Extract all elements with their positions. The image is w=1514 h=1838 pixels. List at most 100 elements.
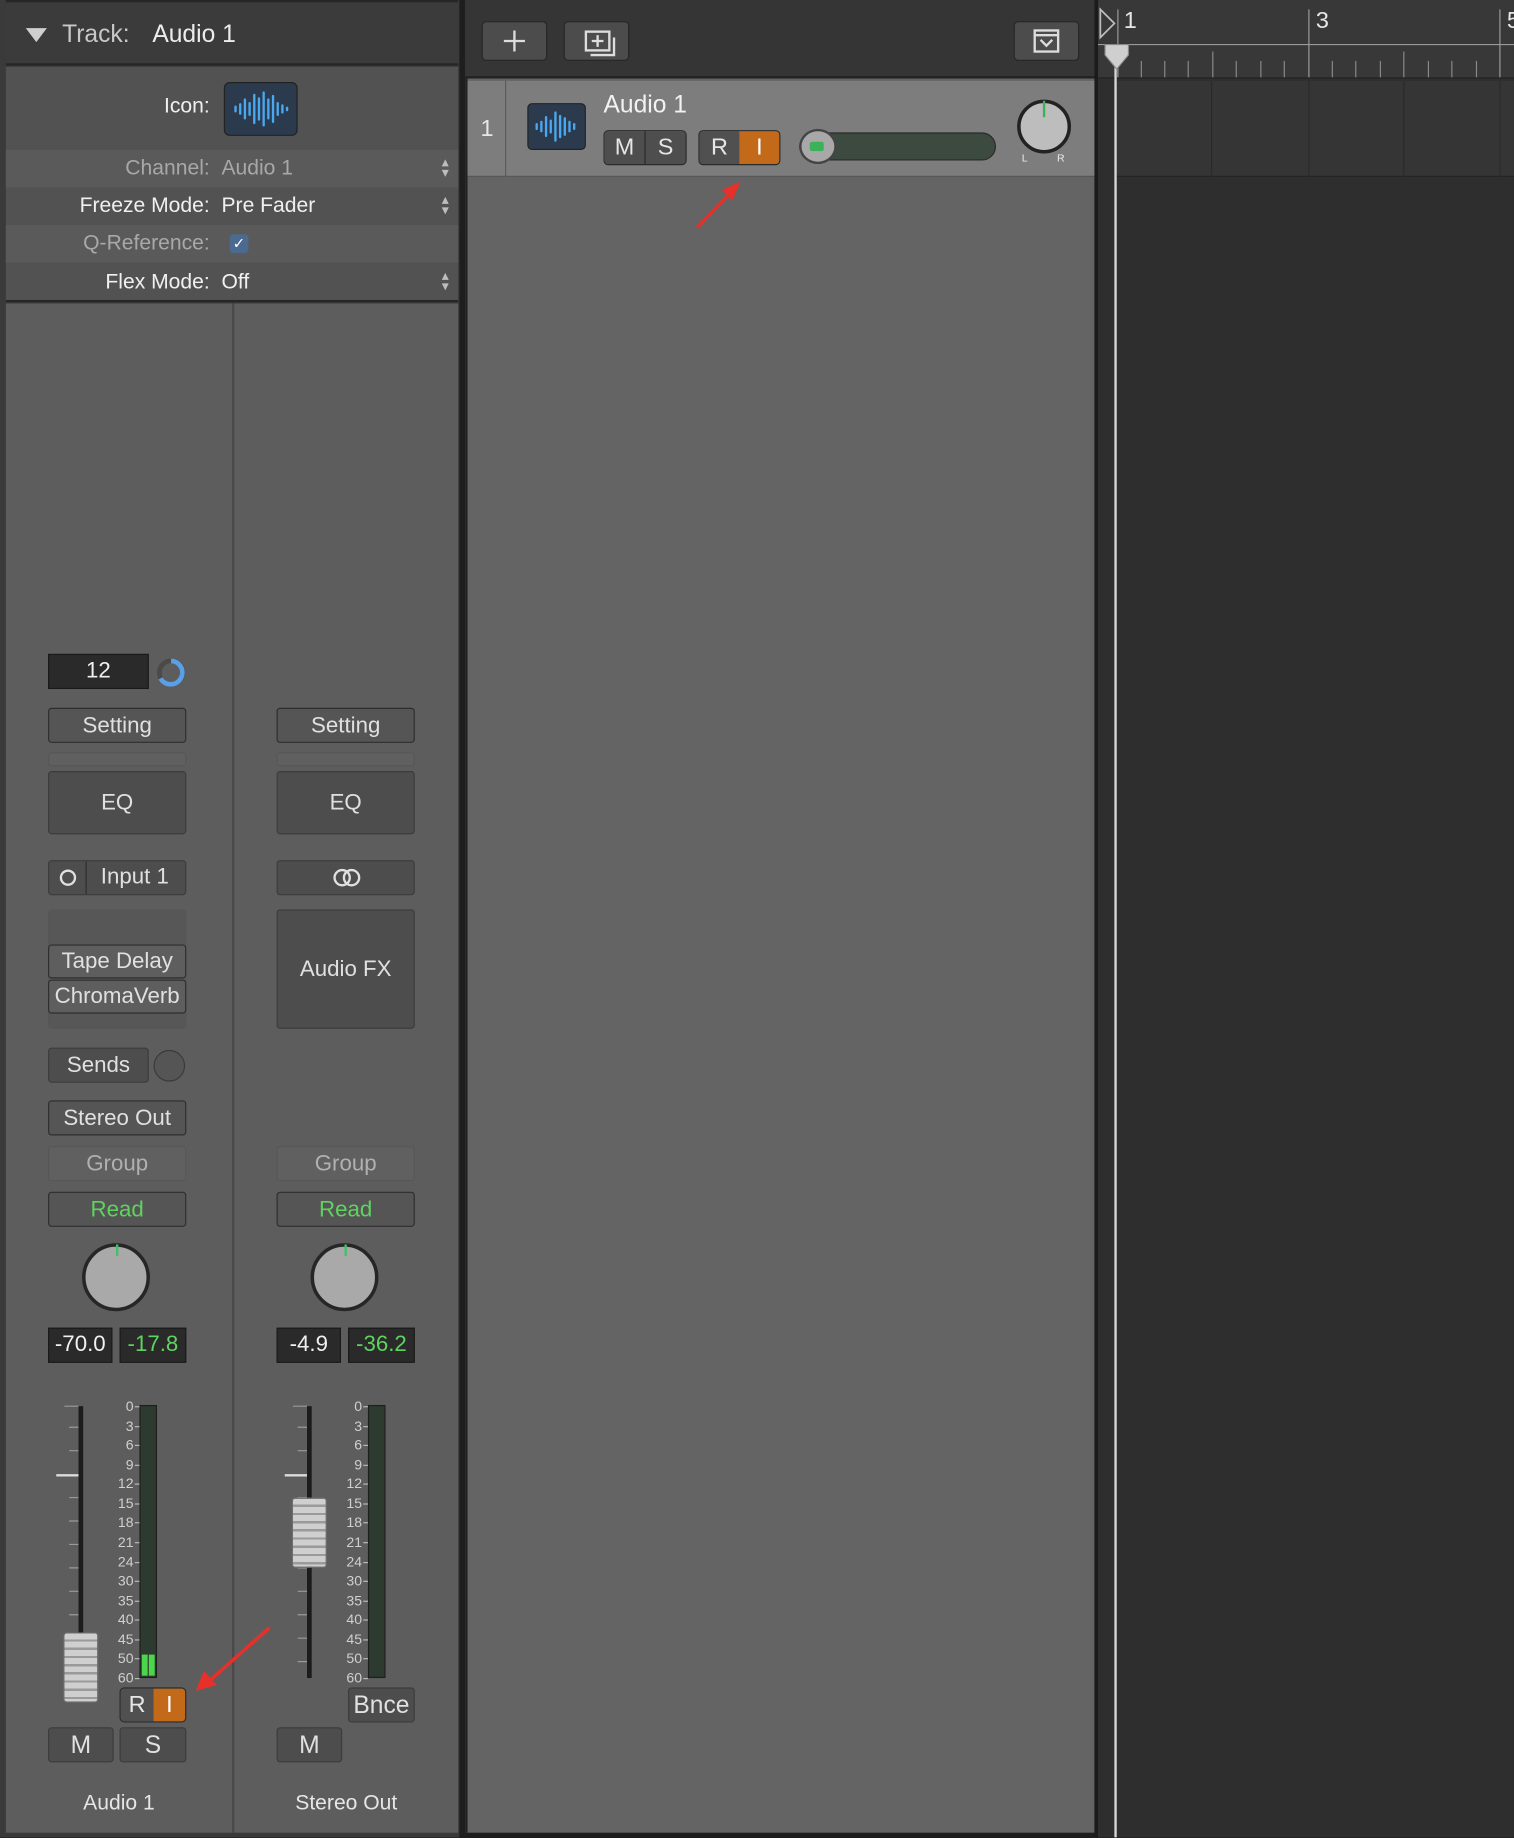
input-slot[interactable]: Input 1 xyxy=(48,860,187,896)
plugin-slot-tape-delay[interactable]: Tape Delay xyxy=(48,944,187,979)
meter-bar-right xyxy=(148,1654,155,1676)
stepper-arrows-icon[interactable]: ▴ ▾ xyxy=(442,268,449,293)
send-level-knob[interactable] xyxy=(153,1049,186,1082)
meter-scale-tick xyxy=(363,1542,368,1544)
meter-scale-label: 18 xyxy=(117,1513,134,1531)
playhead-marker-icon[interactable] xyxy=(1104,43,1130,71)
param-row-q-reference[interactable]: Q-Reference: ✓ xyxy=(5,224,459,263)
eq-button[interactable]: EQ xyxy=(48,771,187,835)
meter-scale-tick xyxy=(363,1678,368,1680)
param-row-freeze-mode[interactable]: Freeze Mode: Pre Fader ▴ ▾ xyxy=(6,187,458,224)
global-tracks-button[interactable] xyxy=(1013,21,1080,61)
tracks-timeline[interactable] xyxy=(1094,0,1514,1838)
track-pan-knob[interactable] xyxy=(1017,99,1072,154)
volume-fader-handle[interactable] xyxy=(63,1632,99,1703)
track-number: 1 xyxy=(468,80,507,177)
output-button[interactable]: Stereo Out xyxy=(48,1100,187,1136)
ruler-ticks xyxy=(1097,7,1514,78)
track-name[interactable]: Audio 1 xyxy=(603,91,686,119)
input-gain-ring-icon[interactable] xyxy=(154,655,189,690)
add-track-button[interactable] xyxy=(481,21,548,61)
channel-label: Channel: xyxy=(125,155,210,180)
stepper-arrows-icon[interactable]: ▴ ▾ xyxy=(442,155,449,180)
automation-mode-button[interactable]: Read xyxy=(276,1191,415,1227)
level-meter xyxy=(367,1404,386,1679)
pan-right-label: R xyxy=(1056,152,1065,165)
meter-scale-label: 6 xyxy=(354,1436,363,1454)
record-monitor-buttons[interactable]: R I xyxy=(119,1687,187,1723)
param-row-channel[interactable]: Channel: Audio 1 ▴ ▾ xyxy=(5,149,459,188)
volume-fader-handle[interactable] xyxy=(291,1497,327,1568)
q-reference-checkbox[interactable]: ✓ xyxy=(229,234,249,254)
plugin-slot-chromaverb[interactable]: ChromaVerb xyxy=(48,979,187,1014)
disclosure-triangle-icon[interactable] xyxy=(25,28,47,43)
channel-value[interactable]: Audio 1 xyxy=(221,156,293,181)
meter-scale-label: 15 xyxy=(117,1495,134,1512)
pan-indicator xyxy=(1042,100,1046,118)
mono-input-icon[interactable] xyxy=(59,869,77,886)
stepper-arrows-icon[interactable]: ▴ ▾ xyxy=(442,192,449,217)
meter-scale-tick xyxy=(134,1619,140,1621)
freeze-mode-value[interactable]: Pre Fader xyxy=(221,193,315,218)
eq-button[interactable]: EQ xyxy=(276,771,415,835)
solo-button[interactable]: S xyxy=(119,1727,187,1763)
track-solo-button[interactable]: S xyxy=(644,131,686,165)
plus-icon xyxy=(503,30,525,52)
peak-readout[interactable]: -17.8 xyxy=(119,1327,187,1363)
track-record-enable-button[interactable]: R xyxy=(699,131,740,165)
track-mute-solo[interactable]: M S xyxy=(603,130,687,166)
track-volume-thumb[interactable] xyxy=(799,128,837,165)
stereo-link-icon[interactable] xyxy=(332,867,362,888)
track-input-monitoring-button[interactable]: I xyxy=(739,131,780,165)
group-button[interactable]: Group xyxy=(276,1146,415,1182)
meter-scale: 0 3 6 9 12 15 18 21 24 30 35 40 45 50 60 xyxy=(108,1398,140,1686)
track-waveform-icon[interactable] xyxy=(527,103,586,150)
volume-readout[interactable]: -70.0 xyxy=(48,1327,113,1363)
bar-ruler[interactable]: 1 3 5 xyxy=(1097,0,1514,79)
record-enable-button[interactable]: R xyxy=(120,1688,154,1722)
sends-button[interactable]: Sends xyxy=(48,1047,149,1083)
pan-knob[interactable] xyxy=(310,1243,379,1312)
timeline-track-lane[interactable] xyxy=(1115,80,1514,177)
input-label: Input 1 xyxy=(100,864,169,890)
mute-button[interactable]: M xyxy=(48,1727,114,1763)
volume-readout[interactable]: -4.9 xyxy=(276,1327,341,1363)
mute-button[interactable]: M xyxy=(276,1727,343,1763)
peak-readout[interactable]: -36.2 xyxy=(348,1327,415,1363)
track-mute-button[interactable]: M xyxy=(604,131,645,165)
q-reference-label: Q-Reference: xyxy=(83,230,210,255)
meter-scale-label: 3 xyxy=(125,1417,134,1435)
input-format-field[interactable]: 12 xyxy=(48,653,149,690)
meter-scale-tick xyxy=(363,1619,368,1621)
tracks-area[interactable] xyxy=(465,0,1095,1833)
setting-button[interactable]: Setting xyxy=(48,707,187,743)
playhead[interactable] xyxy=(1114,46,1117,1838)
automation-mode-button[interactable]: Read xyxy=(48,1191,187,1227)
meter-scale-tick xyxy=(134,1406,140,1408)
setting-button[interactable]: Setting xyxy=(276,707,415,743)
meter-scale-tick xyxy=(363,1464,368,1466)
audio-fx-slot[interactable]: Audio FX xyxy=(276,909,415,1029)
track-record-monitor[interactable]: R I xyxy=(698,130,781,166)
meter-scale-tick xyxy=(134,1600,140,1602)
bar-number-1: 1 xyxy=(1123,8,1137,34)
meter-scale-label: 21 xyxy=(346,1533,363,1551)
stereo-input-button[interactable] xyxy=(276,860,415,896)
track-icon-waveform-icon[interactable] xyxy=(223,82,298,136)
meter-scale-tick xyxy=(363,1503,368,1505)
bounce-button[interactable]: Bnce xyxy=(348,1687,415,1723)
track-name: Audio 1 xyxy=(152,21,236,49)
bar-number-3: 3 xyxy=(1315,8,1329,34)
strip-name-audio-1[interactable]: Audio 1 xyxy=(6,1791,232,1816)
meter-scale-label: 40 xyxy=(117,1611,134,1628)
strip-name-stereo-out[interactable]: Stereo Out xyxy=(234,1791,458,1816)
param-row-flex-mode[interactable]: Flex Mode: Off ▴ ▾ xyxy=(6,264,458,301)
inspector-track-header[interactable]: Track: Audio 1 xyxy=(5,0,459,66)
pan-knob[interactable] xyxy=(82,1243,150,1312)
input-monitoring-button[interactable]: I xyxy=(153,1688,186,1722)
duplicate-track-button[interactable] xyxy=(563,21,630,61)
meter-scale-label: 21 xyxy=(117,1533,134,1551)
meter-scale-label: 9 xyxy=(354,1456,363,1473)
group-button[interactable]: Group xyxy=(48,1146,187,1182)
flex-mode-value[interactable]: Off xyxy=(221,270,249,295)
